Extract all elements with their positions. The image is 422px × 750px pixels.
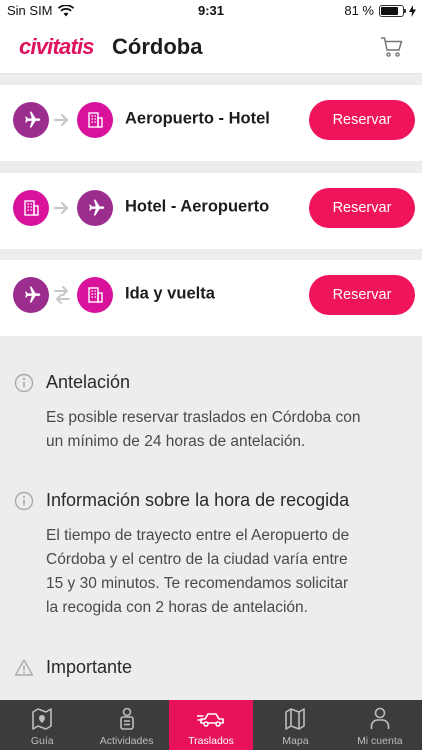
transfer-card-round-trip: Ida y vuelta Reservar <box>0 260 422 336</box>
hotel-icon <box>13 190 49 226</box>
info-title: Importante <box>46 657 133 677</box>
reserve-button[interactable]: Reservar <box>309 100 415 140</box>
transfer-car-icon <box>197 713 224 727</box>
battery-percent: 81 % <box>344 3 374 18</box>
map-book-icon <box>32 708 53 730</box>
user-icon <box>370 707 390 729</box>
tab-label: Guía <box>30 735 54 747</box>
plane-icon <box>13 277 49 313</box>
warning-icon <box>14 659 34 676</box>
battery-level <box>381 6 398 15</box>
tab-mi-cuenta[interactable]: Mi cuenta <box>338 700 422 750</box>
plane-icon <box>13 102 49 138</box>
traveler-icon <box>119 707 134 730</box>
plane-icon <box>77 190 113 226</box>
info-line: El tiempo de trayecto entre el Aeropuert… <box>46 527 350 544</box>
map-icon <box>285 708 306 730</box>
tab-mapa[interactable]: Mapa <box>253 700 337 750</box>
hotel-icon <box>77 277 113 313</box>
status-right: 81 % <box>344 3 416 18</box>
cart-icon[interactable] <box>380 36 404 58</box>
reserve-button[interactable]: Reservar <box>309 275 415 315</box>
tab-label: Mapa <box>282 735 309 747</box>
status-bar: Sin SIM 9:31 81 % <box>0 0 422 22</box>
info-line: un mínimo de 24 horas de antelación. <box>46 433 306 450</box>
tab-label: Actividades <box>99 735 154 747</box>
page-title: Córdoba <box>112 34 203 59</box>
info-line: 15 y 30 minutos. Te recomendamos solicit… <box>46 575 349 592</box>
charging-icon <box>409 4 416 17</box>
brand-logo[interactable]: civitatis <box>19 34 95 60</box>
battery-icon <box>379 4 406 17</box>
transfer-title: Ida y vuelta <box>125 284 215 303</box>
reserve-button[interactable]: Reservar <box>309 188 415 228</box>
transfer-title: Aeropuerto - Hotel <box>125 109 270 128</box>
info-icon <box>14 491 34 511</box>
info-icon <box>14 373 34 393</box>
transfer-card-hotel-airport: Hotel - Aeropuerto Reservar <box>0 173 422 249</box>
info-title: Antelación <box>46 372 131 392</box>
app-header: civitatis Córdoba <box>0 22 422 74</box>
info-line: Córdoba y el centro de la ciudad varía e… <box>46 551 348 568</box>
arrow-right-icon <box>53 113 69 127</box>
transfer-title: Hotel - Aeropuerto <box>125 197 270 216</box>
tab-guia[interactable]: Guía <box>0 700 84 750</box>
hotel-icon <box>77 102 113 138</box>
tab-label: Traslados <box>188 735 234 747</box>
swap-arrows-icon <box>54 286 70 304</box>
arrow-right-icon <box>53 201 69 215</box>
info-line: Es posible reservar traslados en Córdoba… <box>46 409 361 426</box>
info-body: Es posible reservar traslados en Córdoba… <box>46 406 408 454</box>
info-body: El tiempo de trayecto entre el Aeropuert… <box>46 524 408 620</box>
info-line: la recogida con 2 horas de antelación. <box>46 599 308 616</box>
tab-label: Mi cuenta <box>357 735 403 747</box>
tab-bar: Guía Actividades Traslados Mapa Mi cuent… <box>0 700 422 750</box>
info-title: Información sobre la hora de recogida <box>46 490 350 510</box>
tab-traslados[interactable]: Traslados <box>168 700 254 750</box>
transfer-card-airport-hotel: Aeropuerto - Hotel Reservar <box>0 85 422 161</box>
tab-actividades[interactable]: Actividades <box>84 700 168 750</box>
